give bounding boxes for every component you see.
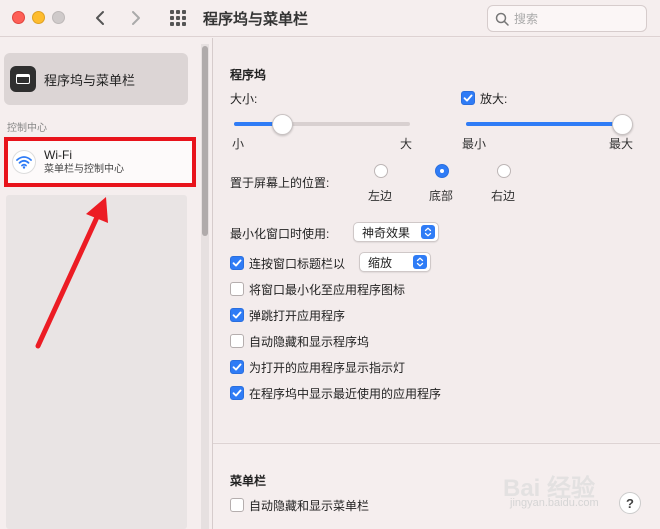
search-input[interactable]: 搜索 xyxy=(487,5,647,32)
sidebar-section-label: 控制中心 xyxy=(7,123,47,134)
show-indicators-label: 为打开的应用程序显示指示灯 xyxy=(249,361,406,375)
position-left-label: 左边 xyxy=(368,189,393,203)
position-right-label: 右边 xyxy=(491,189,516,203)
magnification-min-label: 最小 xyxy=(462,137,487,151)
back-button[interactable] xyxy=(88,4,112,32)
sidebar-item-wifi[interactable]: Wi-Fi 菜单栏与控制中心 xyxy=(4,137,196,187)
show-recent-apps-label: 在程序坞中显示最近使用的应用程序 xyxy=(249,387,442,401)
magnification-checkbox[interactable] xyxy=(461,91,475,105)
size-slider-knob[interactable] xyxy=(272,114,293,135)
updown-chevron-icon xyxy=(421,225,435,239)
dock-section-title: 程序坞 xyxy=(230,68,267,82)
auto-hide-dock-checkbox[interactable] xyxy=(230,334,244,348)
double-click-value: 缩放 xyxy=(368,255,393,270)
minimize-effect-label: 最小化窗口时使用: xyxy=(230,227,330,241)
show-recent-apps-checkbox[interactable] xyxy=(230,386,244,400)
menubar-section-title: 菜单栏 xyxy=(230,474,267,488)
checkmark-icon xyxy=(232,259,242,267)
position-left-radio[interactable] xyxy=(374,164,388,178)
help-button[interactable]: ? xyxy=(619,492,641,514)
chevron-left-icon xyxy=(96,11,104,25)
position-bottom-radio[interactable] xyxy=(435,164,449,178)
auto-hide-menubar-checkbox[interactable] xyxy=(230,498,244,512)
close-window-button[interactable] xyxy=(12,11,25,24)
magnification-max-label: 最大 xyxy=(609,137,634,151)
minimize-to-app-checkbox[interactable] xyxy=(230,282,244,296)
position-label: 置于屏幕上的位置: xyxy=(230,176,330,190)
double-click-popup[interactable]: 缩放 xyxy=(359,252,431,272)
bounce-apps-label: 弹跳打开应用程序 xyxy=(249,309,346,323)
sidebar-scrollbar-thumb[interactable] xyxy=(202,46,208,236)
forward-button[interactable] xyxy=(124,4,148,32)
size-max-label: 大 xyxy=(400,137,413,151)
title-bar: 程序坞与菜单栏 搜索 xyxy=(0,0,660,37)
checkmark-icon xyxy=(232,363,242,371)
magnification-label: 放大: xyxy=(480,92,508,106)
show-all-button[interactable] xyxy=(168,9,188,27)
sidebar-item-label: 程序坞与菜单栏 xyxy=(44,72,136,88)
sidebar-item-dock-menubar[interactable]: 程序坞与菜单栏 xyxy=(4,53,188,105)
magnification-slider-fill xyxy=(466,122,622,126)
wifi-title: Wi-Fi xyxy=(44,148,72,162)
settings-pane: 程序坞 大小: 小 大 放大: 最小 最大 置于屏幕上的位置: 左边 底部 右边… xyxy=(213,38,660,529)
dock-menubar-icon xyxy=(10,66,36,92)
minimize-to-app-label: 将窗口最小化至应用程序图标 xyxy=(249,283,406,297)
wifi-text: Wi-Fi 菜单栏与控制中心 xyxy=(44,148,124,176)
magnification-slider-knob[interactable] xyxy=(612,114,633,135)
wifi-subtitle: 菜单栏与控制中心 xyxy=(44,164,124,175)
minimize-effect-popup[interactable]: 神奇效果 xyxy=(353,222,439,242)
section-divider xyxy=(213,443,660,444)
auto-hide-dock-label: 自动隐藏和显示程序坞 xyxy=(249,335,370,349)
size-label: 大小: xyxy=(230,92,258,106)
minimize-effect-value: 神奇效果 xyxy=(362,225,411,240)
window-title: 程序坞与菜单栏 xyxy=(203,11,309,28)
updown-chevron-icon xyxy=(413,255,427,269)
chevron-right-icon xyxy=(132,11,140,25)
bounce-apps-checkbox[interactable] xyxy=(230,308,244,322)
search-placeholder: 搜索 xyxy=(514,12,539,26)
search-icon xyxy=(495,12,509,26)
watermark-url: jingyan.baidu.com xyxy=(510,497,599,509)
size-min-label: 小 xyxy=(232,137,245,151)
wifi-icon xyxy=(12,150,36,174)
minimize-window-button[interactable] xyxy=(32,11,45,24)
checkmark-icon xyxy=(232,389,242,397)
show-indicators-checkbox[interactable] xyxy=(230,360,244,374)
double-click-checkbox[interactable] xyxy=(230,256,244,270)
checkmark-icon xyxy=(463,94,473,102)
auto-hide-menubar-label: 自动隐藏和显示菜单栏 xyxy=(249,499,370,513)
checkmark-icon xyxy=(232,311,242,319)
position-right-radio[interactable] xyxy=(497,164,511,178)
position-bottom-label: 底部 xyxy=(429,189,454,203)
double-click-label: 连按窗口标题栏以 xyxy=(249,257,346,271)
sidebar-list-area xyxy=(6,195,187,529)
sidebar: 程序坞与菜单栏 控制中心 Wi-Fi 菜单栏与控制中心 xyxy=(0,38,200,529)
zoom-window-button[interactable] xyxy=(52,11,65,24)
